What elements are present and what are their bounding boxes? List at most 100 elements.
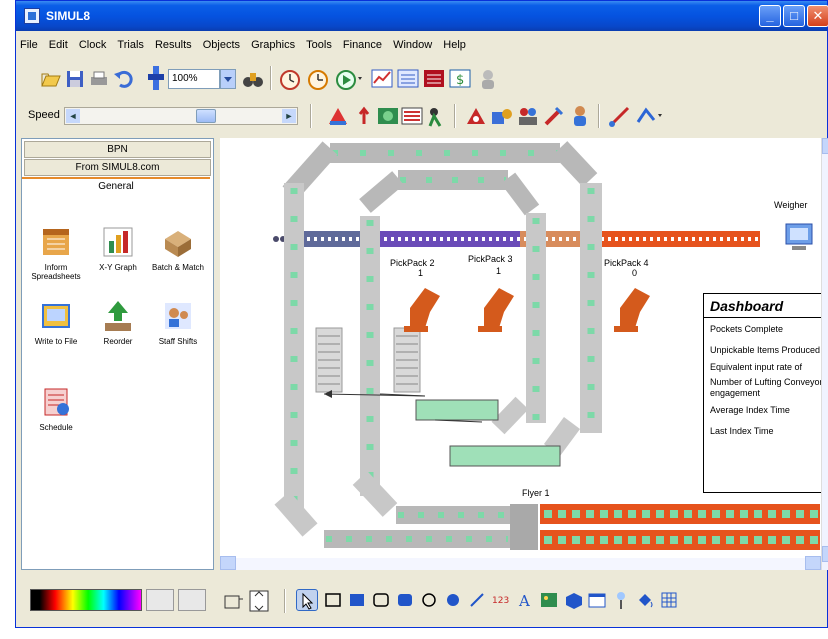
save-icon[interactable] <box>64 68 86 90</box>
simulation-canvas[interactable]: Weigher PickPack 2 1 PickPack 3 1 PickPa… <box>220 138 821 558</box>
speed-label: Speed <box>28 109 60 121</box>
tool-staff-shifts[interactable]: Staff Shifts <box>148 299 208 346</box>
close-button[interactable]: ✕ <box>807 5 828 27</box>
rectangle-icon[interactable] <box>322 589 344 611</box>
flyer-label: Flyer 1 <box>522 488 550 498</box>
menu-objects[interactable]: Objects <box>199 37 244 51</box>
filled-rectangle-icon[interactable] <box>346 589 368 611</box>
menu-results[interactable]: Results <box>151 37 196 51</box>
connector-icon[interactable] <box>608 104 630 127</box>
menu-window[interactable]: Window <box>389 37 436 51</box>
staff-shifts-icon <box>165 303 191 329</box>
svg-text:A: A <box>518 592 530 610</box>
panel-header-bpn[interactable]: BPN <box>24 141 211 158</box>
menu-file[interactable]: File <box>16 37 42 51</box>
number-icon[interactable]: 123 <box>490 589 512 611</box>
object-palette-panel: BPN From SIMUL8.com General Inform Sprea… <box>21 138 214 570</box>
clock-reset-icon[interactable] <box>278 67 300 90</box>
scroll-right-icon[interactable] <box>805 556 821 570</box>
zoom-input[interactable]: 100% <box>168 69 220 89</box>
filled-ellipse-icon[interactable] <box>442 589 464 611</box>
pickpack2-count: 1 <box>418 268 424 278</box>
maximize-button[interactable]: □ <box>783 5 805 27</box>
print-icon[interactable] <box>88 68 110 90</box>
speed-slider-thumb[interactable] <box>195 109 216 123</box>
menu-finance[interactable]: Finance <box>339 37 386 51</box>
color-slot[interactable] <box>178 589 206 611</box>
undo-icon[interactable] <box>112 68 134 90</box>
tool-batch-match[interactable]: Batch & Match <box>148 225 208 272</box>
vertical-scrollbar[interactable] <box>821 138 828 570</box>
weigher-label: Weigher <box>774 200 808 210</box>
menu-graphics[interactable]: Graphics <box>247 37 299 51</box>
dashboard-row: Last Index Time <box>710 426 774 436</box>
menu-clock[interactable]: Clock <box>75 37 111 51</box>
color-slot[interactable] <box>146 589 174 611</box>
work-exit-icon[interactable] <box>464 104 486 126</box>
menu-tools[interactable]: Tools <box>302 37 336 51</box>
zoom-slider-icon[interactable] <box>146 64 166 92</box>
route-options-icon[interactable] <box>634 104 664 126</box>
grid-icon[interactable] <box>658 589 680 611</box>
horizontal-scrollbar[interactable] <box>220 556 821 570</box>
work-center-icon[interactable] <box>424 104 446 127</box>
minimize-button[interactable]: _ <box>759 5 781 27</box>
text-icon[interactable]: A <box>514 589 536 611</box>
resource-icon[interactable] <box>476 67 498 89</box>
select-pointer-icon[interactable] <box>296 589 318 611</box>
scroll-left-icon[interactable] <box>220 556 236 570</box>
menu-help[interactable]: Help <box>439 37 470 51</box>
filled-rounded-rectangle-icon[interactable] <box>394 589 416 611</box>
tab-general[interactable]: General <box>22 181 210 192</box>
resource-group-icon[interactable] <box>490 104 512 126</box>
tool-icon[interactable] <box>542 104 564 126</box>
color-palette[interactable] <box>30 589 142 611</box>
dashboard-panel[interactable]: Dashboard Pockets Complete Unpickable It… <box>703 293 821 493</box>
title-bar[interactable]: SIMUL8 _ □ ✕ <box>16 1 828 31</box>
scroll-up-icon[interactable] <box>822 138 828 154</box>
standard-toolbar: 100% $ <box>34 61 554 95</box>
ellipse-icon[interactable] <box>418 589 440 611</box>
tool-write-to-file[interactable]: Write to File <box>26 299 86 346</box>
tool-inform-spreadsheets[interactable]: Inform Spreadsheets <box>26 225 86 281</box>
image-icon[interactable] <box>538 589 560 611</box>
menu-edit[interactable]: Edit <box>45 37 72 51</box>
zoom-dropdown-button[interactable] <box>220 69 236 89</box>
tool-xy-graph[interactable]: X-Y Graph <box>88 225 148 272</box>
tool-schedule[interactable]: Schedule <box>26 385 86 432</box>
storage-bin-icon[interactable] <box>400 104 423 126</box>
rounded-rectangle-icon[interactable] <box>370 589 392 611</box>
line-icon[interactable] <box>466 589 488 611</box>
schedule-icon <box>44 388 69 416</box>
binoculars-icon[interactable] <box>242 68 264 90</box>
person-icon[interactable] <box>568 104 590 126</box>
finance-icon[interactable]: $ <box>448 67 471 89</box>
output-lines <box>324 504 820 550</box>
open-icon[interactable] <box>40 68 62 90</box>
frame-icon[interactable] <box>222 591 244 613</box>
fill-bucket-icon[interactable] <box>634 589 656 611</box>
panel-header-simul8[interactable]: From SIMUL8.com <box>24 159 211 176</box>
3d-object-icon[interactable] <box>562 589 584 611</box>
work-entry-icon[interactable] <box>326 104 348 126</box>
queue-icon[interactable] <box>376 104 398 126</box>
run-icon[interactable] <box>334 67 364 90</box>
speed-left-icon[interactable]: ◄ <box>66 109 80 123</box>
menu-trials[interactable]: Trials <box>113 37 147 51</box>
line-width-icon[interactable] <box>248 589 270 612</box>
route-arrow-icon[interactable] <box>352 104 374 126</box>
clock-step-icon[interactable] <box>306 67 328 90</box>
results-manager-icon[interactable] <box>396 67 419 89</box>
tool-reorder[interactable]: Reorder <box>88 299 148 346</box>
scroll-down-icon[interactable] <box>822 546 828 562</box>
speed-right-icon[interactable]: ► <box>282 109 296 123</box>
graph-results-icon[interactable] <box>370 67 393 89</box>
pickpack3-count: 1 <box>496 266 502 276</box>
active-tab-indicator <box>22 177 210 179</box>
pin-icon[interactable] <box>610 589 632 611</box>
speed-slider[interactable]: ◄ ► <box>64 107 298 125</box>
resource-team-icon[interactable] <box>516 104 538 126</box>
item-line <box>270 231 760 247</box>
window-object-icon[interactable] <box>586 589 608 611</box>
summary-icon[interactable] <box>422 67 444 89</box>
